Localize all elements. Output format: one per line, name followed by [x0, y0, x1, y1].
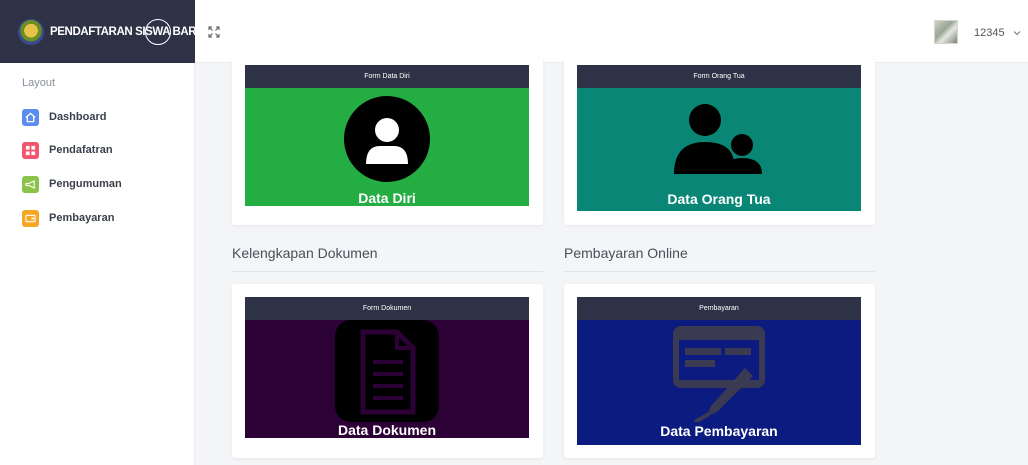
avatar[interactable] — [934, 20, 958, 44]
top-navbar: 12345 — [195, 0, 1028, 63]
card-image[interactable]: Data Orang Tua — [577, 88, 861, 211]
sidebar-heading: Layout — [22, 77, 56, 89]
card-image[interactable]: Data Dokumen — [245, 320, 529, 438]
brand-bar: PENDAFTARAN SISWA BARU — [0, 0, 205, 63]
card-data-orang-tua[interactable]: Form Orang Tua Data Orang Tua — [564, 58, 875, 225]
card-title: Data Pembayaran — [660, 423, 778, 439]
sidebar-item-label: Pembayaran — [49, 212, 115, 224]
user-icon — [344, 96, 430, 182]
users-icon — [674, 104, 762, 174]
wallet-icon — [22, 209, 39, 227]
card-image[interactable]: Data Pembayaran — [577, 320, 861, 445]
megaphone-icon — [22, 175, 39, 193]
card-title: Data Dokumen — [337, 422, 437, 438]
fullscreen-icon[interactable] — [207, 25, 221, 39]
chevron-down-icon[interactable] — [1013, 29, 1021, 37]
sidebar-toggle-button[interactable] — [145, 19, 171, 45]
card-title: Data Orang Tua — [667, 191, 771, 207]
card-title: Data Diri — [358, 190, 416, 206]
user-name[interactable]: 12345 — [974, 27, 1005, 39]
section-divider — [232, 271, 543, 272]
card-image[interactable]: Data Diri — [245, 88, 529, 206]
card-header: Pembayaran — [577, 297, 861, 320]
section-title-pembayaran: Pembayaran Online — [564, 245, 688, 261]
school-logo — [18, 18, 44, 45]
sidebar-item-pendafatran[interactable]: Pendafatran — [22, 141, 113, 159]
sidebar: Layout Dashboard Pendafatran Pengumuman … — [0, 63, 195, 465]
card-header: Form Orang Tua — [577, 65, 861, 88]
section-title-dokumen: Kelengkapan Dokumen — [232, 245, 378, 261]
card-header: Form Data Diri — [245, 65, 529, 88]
payment-icon — [673, 326, 765, 422]
card-data-diri[interactable]: Form Data Diri Data Diri — [232, 58, 543, 225]
sidebar-item-label: Pengumuman — [49, 178, 122, 190]
card-data-pembayaran[interactable]: Pembayaran Data Pembayaran — [564, 284, 875, 458]
section-divider — [564, 271, 875, 272]
sidebar-item-label: Pendafatran — [49, 144, 113, 156]
card-data-dokumen[interactable]: Form Dokumen Data Dokumen — [232, 284, 543, 458]
card-header: Form Dokumen — [245, 297, 529, 320]
app-title: PENDAFTARAN SISWA BARU — [50, 25, 205, 38]
sidebar-item-dashboard[interactable]: Dashboard — [22, 108, 106, 126]
document-icon — [335, 320, 439, 422]
home-icon — [22, 108, 39, 126]
sidebar-item-pengumuman[interactable]: Pengumuman — [22, 175, 122, 193]
grid-icon — [22, 141, 39, 159]
sidebar-item-pembayaran[interactable]: Pembayaran — [22, 209, 114, 227]
sidebar-item-label: Dashboard — [49, 111, 107, 123]
